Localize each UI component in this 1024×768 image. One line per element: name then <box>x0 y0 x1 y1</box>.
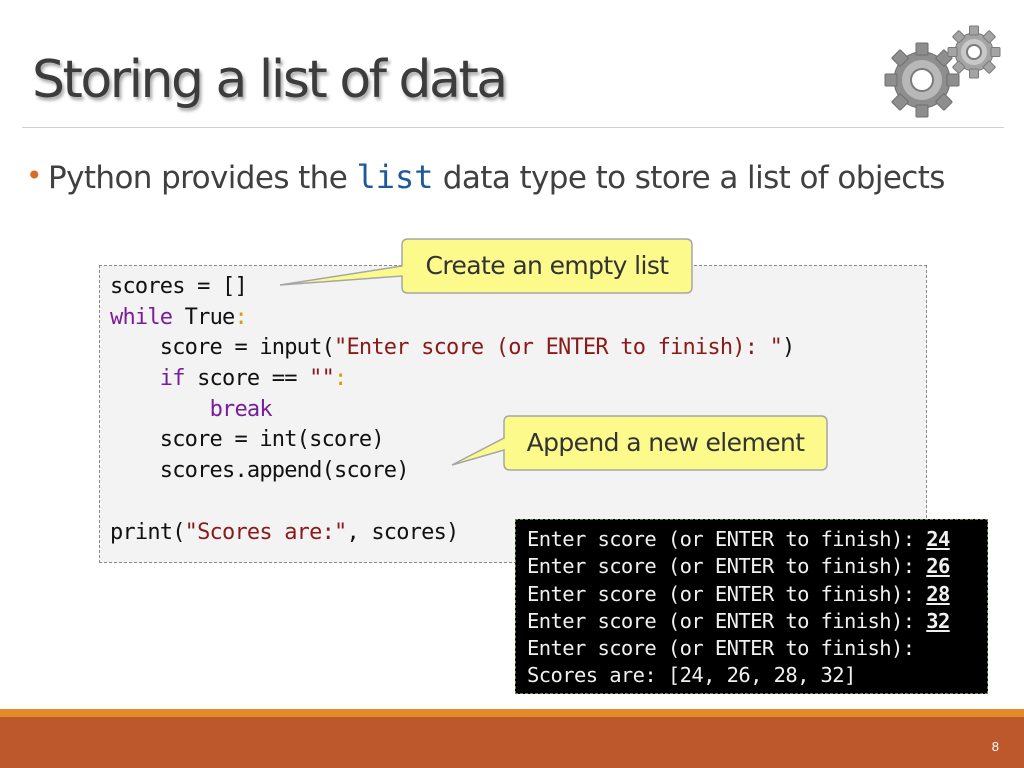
console-line: Enter score (or ENTER to finish): 24 <box>527 526 987 553</box>
console-line: Enter score (or ENTER to finish): <box>527 635 987 662</box>
console-prompt: Enter score (or ENTER to finish): <box>527 527 927 551</box>
console-input: 24 <box>926 527 950 551</box>
console-line: Enter score (or ENTER to finish): 26 <box>527 553 987 580</box>
console-prompt: Enter score (or ENTER to finish): <box>527 636 927 661</box>
callout-append: Append a new element <box>526 428 805 457</box>
footer-bar <box>0 709 1024 768</box>
console-output: Enter score (or ENTER to finish): 24 Ent… <box>515 519 988 694</box>
console-prompt: Enter score (or ENTER to finish): <box>527 554 927 579</box>
console-input: 32 <box>926 608 950 633</box>
console-input: 28 <box>926 581 950 606</box>
footer-stripe <box>0 709 1024 717</box>
console-line: Scores are: [24, 26, 28, 32] <box>527 662 987 689</box>
console-prompt: Enter score (or ENTER to finish): <box>527 581 927 606</box>
callout-empty-list: Create an empty list <box>425 251 670 280</box>
page-number: 8 <box>991 739 999 754</box>
console-line: Enter score (or ENTER to finish): 32 <box>527 608 987 635</box>
slide: Storing a list of data • Python provides… <box>0 0 1024 768</box>
console-line: Enter score (or ENTER to finish): 28 <box>527 581 987 608</box>
console-prompt: Enter score (or ENTER to finish): <box>527 608 927 633</box>
console-result: Scores are: [24, 26, 28, 32] <box>527 663 856 688</box>
console-input: 26 <box>926 554 950 579</box>
